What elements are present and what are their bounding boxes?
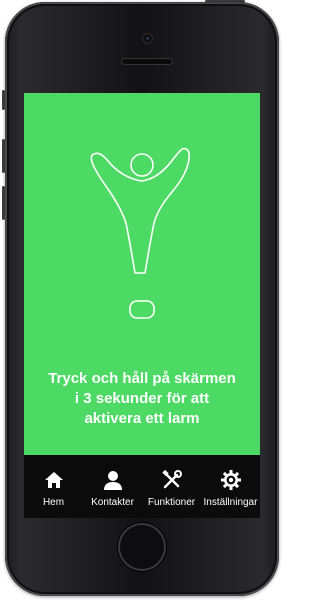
instruction-text: Tryck och håll på skärmen i 3 sekunder f… — [24, 369, 260, 429]
volume-up-button — [2, 139, 5, 173]
tab-label: Funktioner — [147, 497, 196, 508]
tab-label: Kontakter — [91, 497, 134, 508]
alarm-screen[interactable]: Tryck och håll på skärmen i 3 sekunder f… — [24, 93, 260, 455]
person-exclamation-icon — [90, 147, 190, 319]
gear-icon — [220, 470, 241, 490]
tab-bar: Hem Kontakter Funktioner Inställningar — [24, 455, 260, 518]
tab-label: Hem — [42, 497, 65, 508]
person-icon — [103, 471, 122, 490]
mute-switch — [2, 90, 5, 110]
instruction-line-1: Tryck och håll på skärmen — [48, 370, 236, 387]
tab-kontakter[interactable]: Kontakter — [83, 455, 142, 518]
home-button[interactable] — [118, 523, 166, 571]
tab-label: Inställningar — [203, 497, 258, 508]
earpiece-speaker — [122, 59, 172, 64]
power-button — [205, 0, 245, 3]
instruction-line-2: i 3 sekunder för att — [74, 390, 210, 407]
home-icon — [44, 472, 63, 488]
volume-down-button — [2, 186, 5, 220]
tab-installningar[interactable]: Inställningar — [201, 455, 260, 518]
tab-funktioner[interactable]: Funktioner — [142, 455, 201, 518]
front-camera — [143, 34, 152, 43]
instruction-line-3: aktivera ett larm — [84, 410, 200, 427]
tab-hem[interactable]: Hem — [24, 455, 83, 518]
tools-icon — [161, 469, 182, 489]
